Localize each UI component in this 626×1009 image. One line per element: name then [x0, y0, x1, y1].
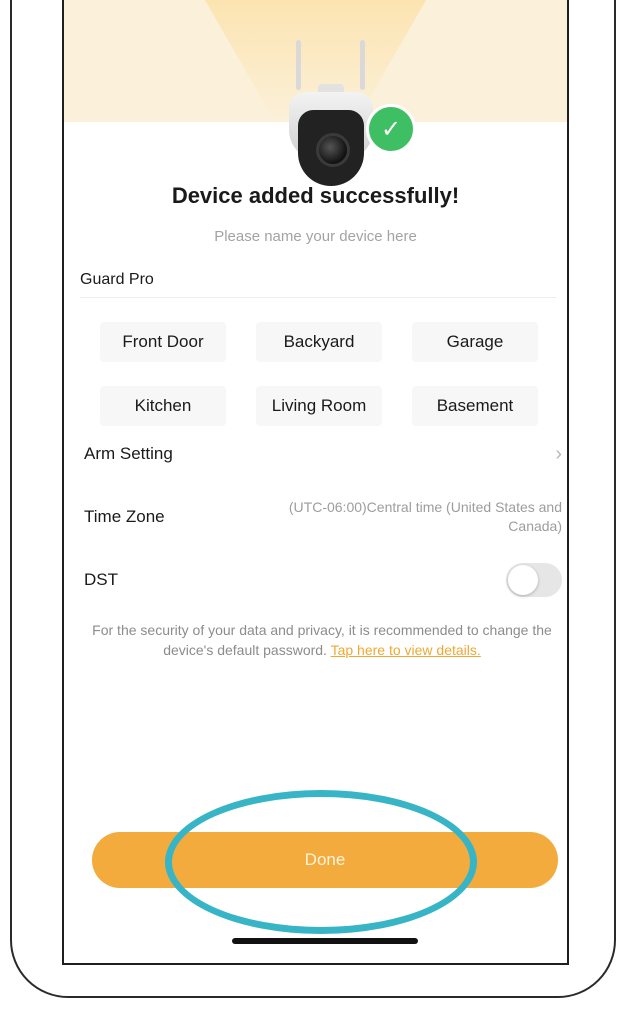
name-suggestion-chip[interactable]: Living Room: [256, 386, 382, 426]
security-camera-image: [276, 40, 386, 186]
name-suggestion-chip[interactable]: Kitchen: [100, 386, 226, 426]
chevron-right-icon: ›: [555, 442, 562, 465]
name-suggestion-chip[interactable]: Basement: [412, 386, 538, 426]
success-title: Device added successfully!: [171, 183, 460, 208]
dst-row: DST: [84, 560, 562, 600]
camera-antenna-left: [296, 40, 301, 90]
device-name-input[interactable]: Guard Pro: [80, 263, 556, 298]
dst-label: DST: [84, 570, 118, 589]
arm-setting-label: Arm Setting: [84, 444, 173, 463]
name-suggestions: Front Door Backyard Garage Kitchen Livin…: [100, 322, 550, 426]
checkmark-icon: ✓: [366, 104, 416, 154]
page: ✓ Device added successfully! Please name…: [0, 0, 626, 1009]
camera-lens: [316, 133, 350, 167]
name-suggestion-chip[interactable]: Garage: [412, 322, 538, 362]
dst-toggle[interactable]: [506, 563, 562, 597]
time-zone-label: Time Zone: [84, 507, 165, 526]
name-prompt: Please name your device here: [214, 228, 417, 245]
security-note-text: For the security of your data and privac…: [92, 622, 552, 658]
done-button-highlight: [165, 790, 477, 934]
name-suggestion-chip[interactable]: Backyard: [256, 322, 382, 362]
toggle-knob: [508, 565, 538, 595]
time-zone-row[interactable]: Time Zone (UTC-06:00)Central time (Unite…: [84, 493, 562, 541]
arm-setting-row[interactable]: Arm Setting ›: [84, 438, 562, 470]
view-details-link[interactable]: Tap here to view details.: [331, 642, 481, 658]
camera-antenna-right: [360, 40, 365, 90]
security-note: For the security of your data and privac…: [80, 620, 564, 660]
name-suggestion-chip[interactable]: Front Door: [100, 322, 226, 362]
time-zone-value: (UTC-06:00)Central time (United States a…: [288, 499, 562, 534]
home-indicator: [232, 938, 418, 944]
